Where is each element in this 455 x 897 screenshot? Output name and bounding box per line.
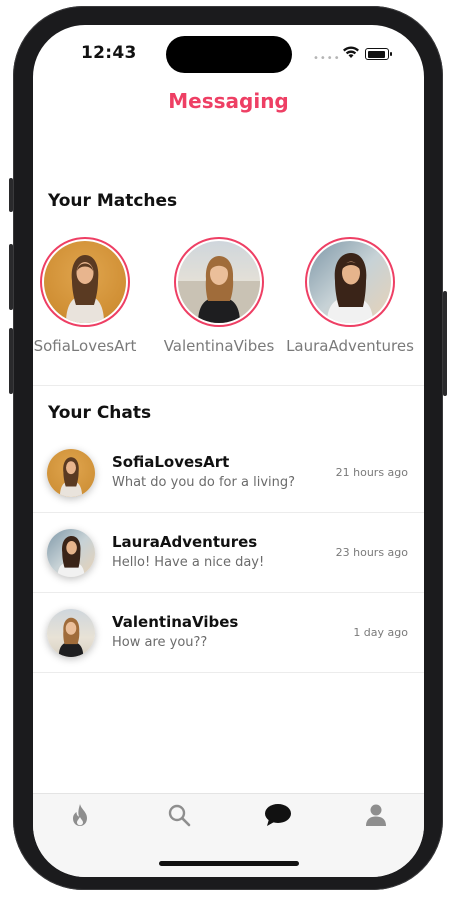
status-icons: •••• <box>313 45 393 64</box>
tab-messages[interactable] <box>263 800 293 830</box>
avatar <box>178 241 260 323</box>
person-photo <box>66 255 104 323</box>
avatar <box>47 609 95 657</box>
status-time: 12:43 <box>81 43 137 63</box>
avatar <box>309 241 391 323</box>
match-item[interactable]: LauraAdventures <box>285 237 415 355</box>
volume-up-button <box>9 244 13 310</box>
status-bar: 12:43 •••• <box>33 25 424 85</box>
mute-switch <box>9 178 13 212</box>
chat-preview: Hello! Have a nice day! <box>112 555 265 570</box>
chat-timestamp: 23 hours ago <box>335 546 408 559</box>
signal-icon: •••• <box>313 53 341 64</box>
person-photo <box>57 536 85 577</box>
matches-heading: Your Matches <box>48 191 178 211</box>
chat-timestamp: 21 hours ago <box>335 466 408 479</box>
person-photo <box>59 457 83 497</box>
page-title: Messaging <box>168 89 289 113</box>
chat-bubble-icon <box>265 804 291 826</box>
match-avatar-ring <box>305 237 395 327</box>
battery-icon <box>365 48 389 60</box>
tab-profile[interactable] <box>361 800 391 830</box>
chat-preview: How are you?? <box>112 635 208 650</box>
match-item[interactable]: SofiaLovesArt <box>33 237 150 355</box>
tab-search[interactable] <box>164 800 194 830</box>
match-avatar-ring <box>174 237 264 327</box>
person-photo <box>178 256 260 323</box>
match-name: SofiaLovesArt <box>33 337 137 355</box>
chat-name: ValentinaVibes <box>112 613 239 631</box>
avatar <box>47 449 95 497</box>
chat-timestamp: 1 day ago <box>353 626 408 639</box>
row-divider <box>33 672 424 673</box>
avatar <box>44 241 126 323</box>
chat-name: LauraAdventures <box>112 533 258 551</box>
chat-list-item[interactable]: LauraAdventures Hello! Have a nice day! … <box>33 513 424 593</box>
chat-preview: What do you do for a living? <box>112 475 296 490</box>
section-divider <box>33 385 424 386</box>
battery-tip <box>390 52 392 56</box>
search-icon <box>168 804 191 827</box>
match-avatar-ring <box>40 237 130 327</box>
chat-name: SofiaLovesArt <box>112 453 230 471</box>
volume-down-button <box>9 328 13 394</box>
chats-heading: Your Chats <box>48 403 152 423</box>
tab-discover[interactable] <box>65 800 95 830</box>
profile-icon <box>366 804 386 826</box>
dynamic-island <box>166 36 292 73</box>
chat-list-item[interactable]: ValentinaVibes How are you?? 1 day ago <box>33 593 424 673</box>
flame-icon <box>73 804 87 826</box>
home-indicator <box>159 861 299 866</box>
power-button <box>443 291 447 396</box>
matches-row: SofiaLovesArt ValentinaVibes LauraAdvent… <box>33 237 424 377</box>
match-name: LauraAdventures <box>286 337 414 355</box>
wifi-icon <box>343 46 359 58</box>
chat-list-item[interactable]: SofiaLovesArt What do you do for a livin… <box>33 433 424 513</box>
avatar <box>47 529 95 577</box>
person-photo <box>327 253 373 323</box>
person-photo <box>58 617 84 657</box>
match-item[interactable]: ValentinaVibes <box>154 237 284 355</box>
match-name: ValentinaVibes <box>163 337 275 355</box>
app-screen: 12:43 •••• Messaging Your Matches SofiaL… <box>33 25 424 877</box>
